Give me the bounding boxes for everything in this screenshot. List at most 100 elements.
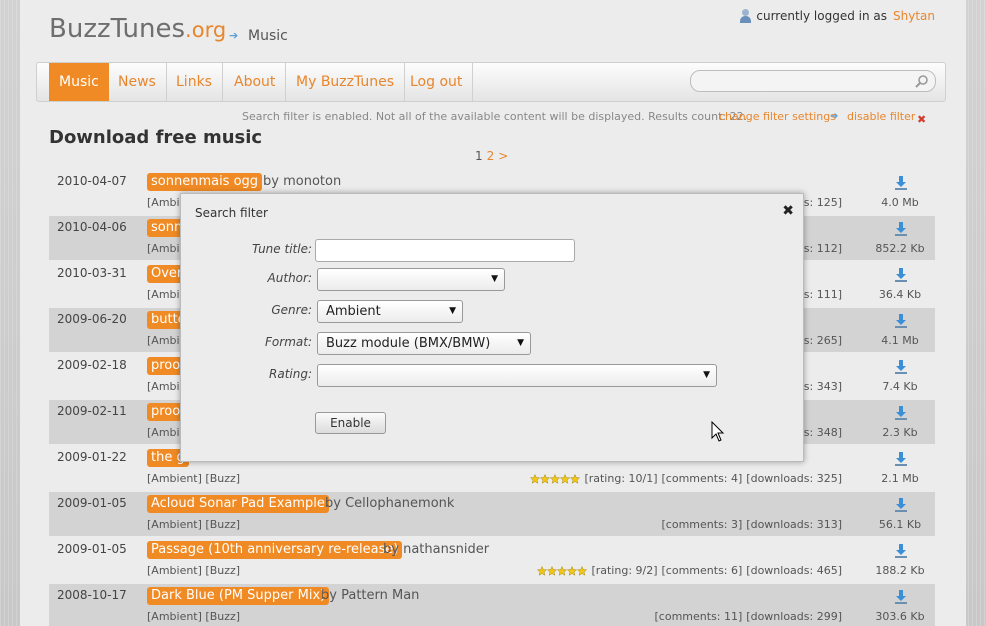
star-icon [550, 473, 561, 484]
login-status: currently logged in as Shytan [738, 8, 935, 24]
author-name: Pattern Man [341, 588, 420, 603]
tune-date: 2009-02-11 [57, 404, 127, 418]
pagination: 1 2 > [475, 149, 508, 163]
nav-news[interactable]: News [108, 63, 167, 101]
download-icon[interactable] [893, 313, 909, 329]
tune-date: 2009-06-20 [57, 312, 127, 326]
star-icon [560, 473, 571, 484]
by-label: by [325, 496, 341, 511]
tune-title-link[interactable]: Passage (10th anniversary re-release) [147, 541, 403, 559]
star-icon [537, 565, 548, 576]
tune-comments: [comments: 11] [654, 610, 743, 623]
download-icon[interactable] [893, 221, 909, 237]
tune-title-link[interactable]: proo [147, 357, 185, 375]
breadcrumb: Music [248, 28, 288, 44]
star-icon [557, 565, 568, 576]
genre-label: Genre: [271, 303, 312, 317]
genre-select[interactable]: Ambient ▼ [317, 300, 463, 323]
table-row: 2009-01-05 Passage (10th anniversary re-r… [49, 538, 935, 582]
download-icon[interactable] [893, 405, 909, 421]
rating-stars [530, 473, 581, 484]
disable-filter-icon[interactable]: ✖ [917, 113, 926, 126]
tune-rating: [rating: 9/2] [591, 564, 658, 577]
tune-tags: [Ambient] [Buzz] [147, 518, 241, 531]
star-icon [570, 473, 581, 484]
tune-title-link[interactable]: Acloud Sonar Pad Example [147, 495, 329, 513]
star-icon [577, 565, 588, 576]
by-label: by [383, 542, 399, 557]
file-size: 852.2 Kb [875, 242, 925, 255]
tune-title-link[interactable]: sonnenmais ogg [147, 173, 263, 191]
rating-select[interactable]: ▼ [317, 364, 717, 387]
close-icon[interactable]: ✖ [782, 203, 794, 219]
tune-title-label: Tune title: [251, 242, 312, 256]
tune-tags: [Ambient] [Buzz] [147, 564, 241, 577]
rating-stars [537, 565, 588, 576]
tune-title-input[interactable] [315, 239, 575, 262]
download-icon[interactable] [893, 497, 909, 513]
by-label: by [321, 588, 337, 603]
file-size: 303.6 Kb [875, 610, 925, 623]
nav-links[interactable]: Links [166, 63, 223, 101]
tune-author: by monoton [263, 174, 341, 189]
page-2-link[interactable]: 2 [487, 149, 495, 163]
tune-comments: [comments: 4] [661, 472, 743, 485]
download-icon[interactable] [893, 543, 909, 559]
tune-date: 2009-01-05 [57, 496, 127, 510]
file-size: 188.2 Kb [875, 564, 925, 577]
tune-date: 2010-03-31 [57, 266, 127, 280]
change-filter-link[interactable]: change filter settings [719, 110, 836, 123]
author-select[interactable]: ▼ [317, 268, 505, 291]
user-icon [738, 8, 754, 24]
tune-title-link[interactable]: proo [147, 403, 185, 421]
enable-button[interactable]: Enable [315, 412, 386, 434]
table-row: 2008-10-17 Dark Blue (PM Supper Mix) by Pa… [49, 584, 935, 626]
download-icon[interactable] [893, 267, 909, 283]
author-label: Author: [267, 271, 312, 285]
tune-comments: [comments: 3] [661, 518, 743, 531]
tune-stats: [downloads: 299] [746, 610, 842, 623]
nav-log-out[interactable]: Log out [400, 63, 474, 101]
by-label: by [263, 174, 279, 189]
tune-date: 2009-01-05 [57, 542, 127, 556]
dialog-title: Search filter [195, 206, 268, 220]
tune-tags: [Ambient] [Buzz] [147, 472, 241, 485]
page-next-link[interactable]: > [498, 149, 508, 163]
download-icon[interactable] [893, 451, 909, 467]
tune-title-link[interactable]: Dark Blue (PM Supper Mix) [147, 587, 330, 605]
file-size: 7.4 Kb [882, 380, 918, 393]
search-input[interactable] [690, 70, 936, 92]
tune-date: 2009-02-18 [57, 358, 127, 372]
author-name: Cellophanemonk [345, 496, 455, 511]
login-text: currently logged in as [756, 9, 887, 23]
format-label: Format: [265, 335, 312, 349]
star-icon [540, 473, 551, 484]
tune-stats: [comments: 11] [downloads: 299] [655, 610, 842, 623]
file-size: 4.1 Mb [881, 334, 919, 347]
star-icon [567, 565, 578, 576]
nav-music[interactable]: Music [49, 63, 109, 101]
tune-date: 2009-01-22 [57, 450, 127, 464]
table-row: 2009-01-05 Acloud Sonar Pad Example by Cel… [49, 492, 935, 536]
tune-date: 2008-10-17 [57, 588, 127, 602]
username-link[interactable]: Shytan [893, 9, 935, 23]
tune-tags: [Ambient] [Buzz] [147, 610, 241, 623]
format-select[interactable]: Buzz module (BMX/BMW) ▼ [317, 332, 531, 355]
site-logo[interactable]: BuzzTunes.org [49, 14, 226, 44]
search-icon[interactable] [915, 74, 929, 88]
download-icon[interactable] [893, 359, 909, 375]
chevron-down-icon: ▼ [449, 306, 456, 316]
nav-my-buzztunes[interactable]: My BuzzTunes [286, 63, 406, 101]
file-size: 56.1 Kb [878, 518, 922, 531]
download-icon[interactable] [893, 175, 909, 191]
nav-about[interactable]: About [224, 63, 287, 101]
file-size: 4.0 Mb [881, 196, 919, 209]
file-size: 2.1 Mb [881, 472, 919, 485]
download-icon[interactable] [893, 589, 909, 605]
chevron-down-icon: ▼ [703, 370, 710, 380]
tune-stats: [downloads: 325] [746, 472, 842, 485]
disable-filter-link[interactable]: disable filter [847, 110, 915, 123]
tune-author: by Pattern Man [321, 588, 419, 603]
file-size: 2.3 Kb [882, 426, 918, 439]
tune-author: by Cellophanemonk [325, 496, 454, 511]
